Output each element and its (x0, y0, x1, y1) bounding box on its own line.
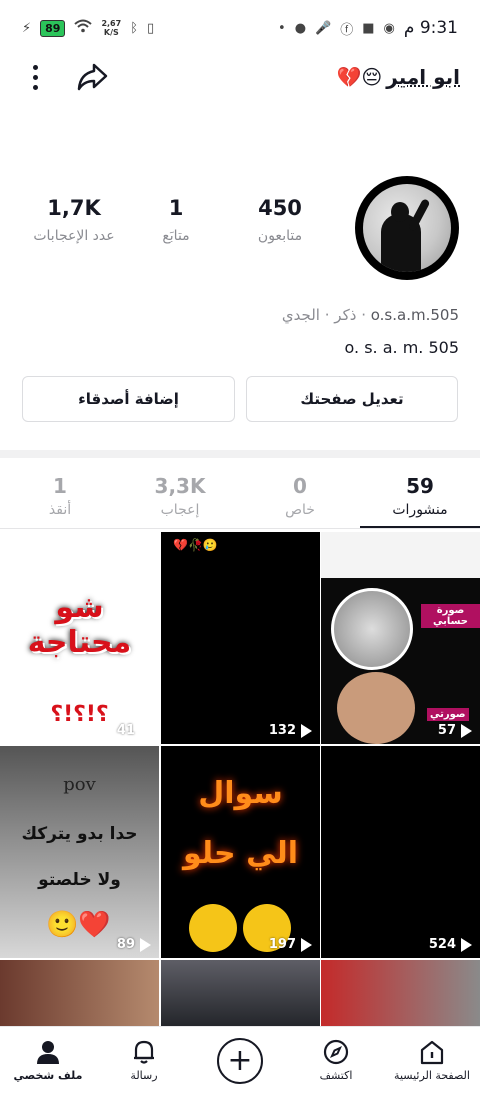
following-stat[interactable]: 1 متابَع (121, 196, 231, 244)
charging-icon: ⚡ (22, 20, 32, 36)
video-thumbnail[interactable]: شو محتاجة ؟!؟!؟ 41 (0, 532, 159, 744)
nav-discover[interactable]: اكتشف (291, 1039, 381, 1082)
nav-create[interactable]: + (195, 1037, 285, 1084)
battery-indicator: 89 (40, 19, 66, 37)
video-thumbnail[interactable] (321, 960, 480, 1026)
avatar[interactable] (355, 176, 459, 280)
section-divider (0, 450, 480, 458)
nav-profile[interactable]: ملف شخصي (3, 1039, 93, 1082)
handle: o.s.a.m.505 (370, 306, 459, 324)
video-thumbnail[interactable] (161, 960, 320, 1026)
gender: ذكر (334, 306, 357, 324)
followers-count: 450 (258, 196, 302, 220)
video-thumbnail[interactable]: pov حدا بدو يتركك ولا خلصتو 🙂❤️ 89 (0, 746, 159, 958)
content-tabs: 59 منشورات 0 خاص 3,3K إعجاب 1 أنقذ (0, 466, 480, 528)
wifi-icon (74, 19, 93, 37)
app-notification-icon: ● (294, 20, 307, 36)
bell-icon (134, 1040, 154, 1064)
network-speed: 2,67 K/S (101, 19, 122, 37)
bottom-nav: ملف شخصي رسالة + اكتشف الصفحة الرئيسية (0, 1026, 480, 1094)
following-label: متابَع (162, 228, 190, 244)
facebook-icon: ⓕ (340, 22, 354, 38)
username-emoji: 😔💔 (336, 65, 383, 89)
view-count: 57 (438, 723, 472, 738)
tab-liked[interactable]: 3,3K إعجاب (120, 466, 240, 528)
play-icon (301, 937, 312, 952)
video-thumbnail[interactable]: 524 (321, 746, 480, 958)
edit-profile-button[interactable]: تعديل صفحتك (246, 376, 458, 422)
likes-label: عدد الإعجابات (33, 228, 115, 244)
profile-icon (37, 1041, 59, 1064)
status-bar: ⚡ 89 2,67 K/S ᛒ ▯ • ● 🎤 ⓕ ■ ◉ 9:31 م (0, 0, 480, 56)
mic-icon: 🎤 (315, 20, 332, 36)
profile-info-line: o.s.a.m.505 · ذكر · الجدي (281, 306, 459, 324)
followers-label: متابعون (257, 228, 303, 244)
view-count: 197 (269, 937, 312, 952)
tab-rule (0, 528, 480, 529)
play-icon (461, 937, 472, 952)
likes-stat[interactable]: 1,7K عدد الإعجابات (19, 196, 129, 244)
bluetooth-icon: ᛒ (130, 20, 139, 36)
sync-icon: ◉ (383, 20, 395, 36)
status-left: ⚡ 89 2,67 K/S ᛒ ▯ (22, 19, 154, 37)
more-options-icon[interactable] (20, 59, 50, 95)
view-count: 41 (117, 723, 151, 738)
username[interactable]: ابو امير 😔💔 (337, 65, 460, 89)
add-friends-button[interactable]: إضافة أصدقاء (22, 376, 235, 422)
display-name: o. s. a. m. 505 (344, 338, 459, 357)
followers-stat[interactable]: 450 متابعون (225, 196, 335, 244)
tab-saved[interactable]: 1 أنقذ (0, 466, 120, 528)
share-icon[interactable] (76, 62, 108, 92)
view-count: 524 (429, 937, 472, 952)
play-icon (301, 723, 312, 738)
video-thumbnail[interactable]: 🥲🥀💔 132 (161, 532, 320, 744)
home-icon (420, 1040, 444, 1065)
view-count: 89 (117, 937, 151, 952)
clock: 9:31 م (403, 18, 458, 38)
nav-inbox[interactable]: رسالة (99, 1039, 189, 1082)
emoji-sticker: 🙂❤️ (46, 910, 111, 940)
video-thumbnail[interactable] (0, 960, 159, 1026)
play-icon (140, 937, 151, 952)
compass-icon (323, 1039, 349, 1065)
following-count: 1 (168, 196, 184, 220)
plus-icon: + (217, 1037, 263, 1084)
profile-header: ابو امير 😔💔 (0, 56, 480, 98)
status-right: • ● 🎤 ⓕ ■ ◉ 9:31 م (278, 18, 458, 38)
zodiac: الجدي (281, 306, 320, 324)
tab-private[interactable]: 0 خاص (240, 466, 360, 528)
view-count: 132 (269, 723, 312, 738)
tab-posts[interactable]: 59 منشورات (360, 466, 480, 528)
play-icon (461, 723, 472, 738)
video-thumbnail[interactable]: سوال الي حلو 197 (161, 746, 320, 958)
dot-icon: • (278, 20, 286, 36)
likes-count: 1,7K (47, 196, 101, 220)
nav-home[interactable]: الصفحة الرئيسية (387, 1039, 477, 1082)
vibrate-icon: ▯ (147, 20, 155, 36)
video-icon: ■ (362, 20, 375, 36)
video-thumbnail[interactable]: صورة حسابي صورتي 57 (321, 532, 480, 744)
play-icon (140, 723, 151, 738)
